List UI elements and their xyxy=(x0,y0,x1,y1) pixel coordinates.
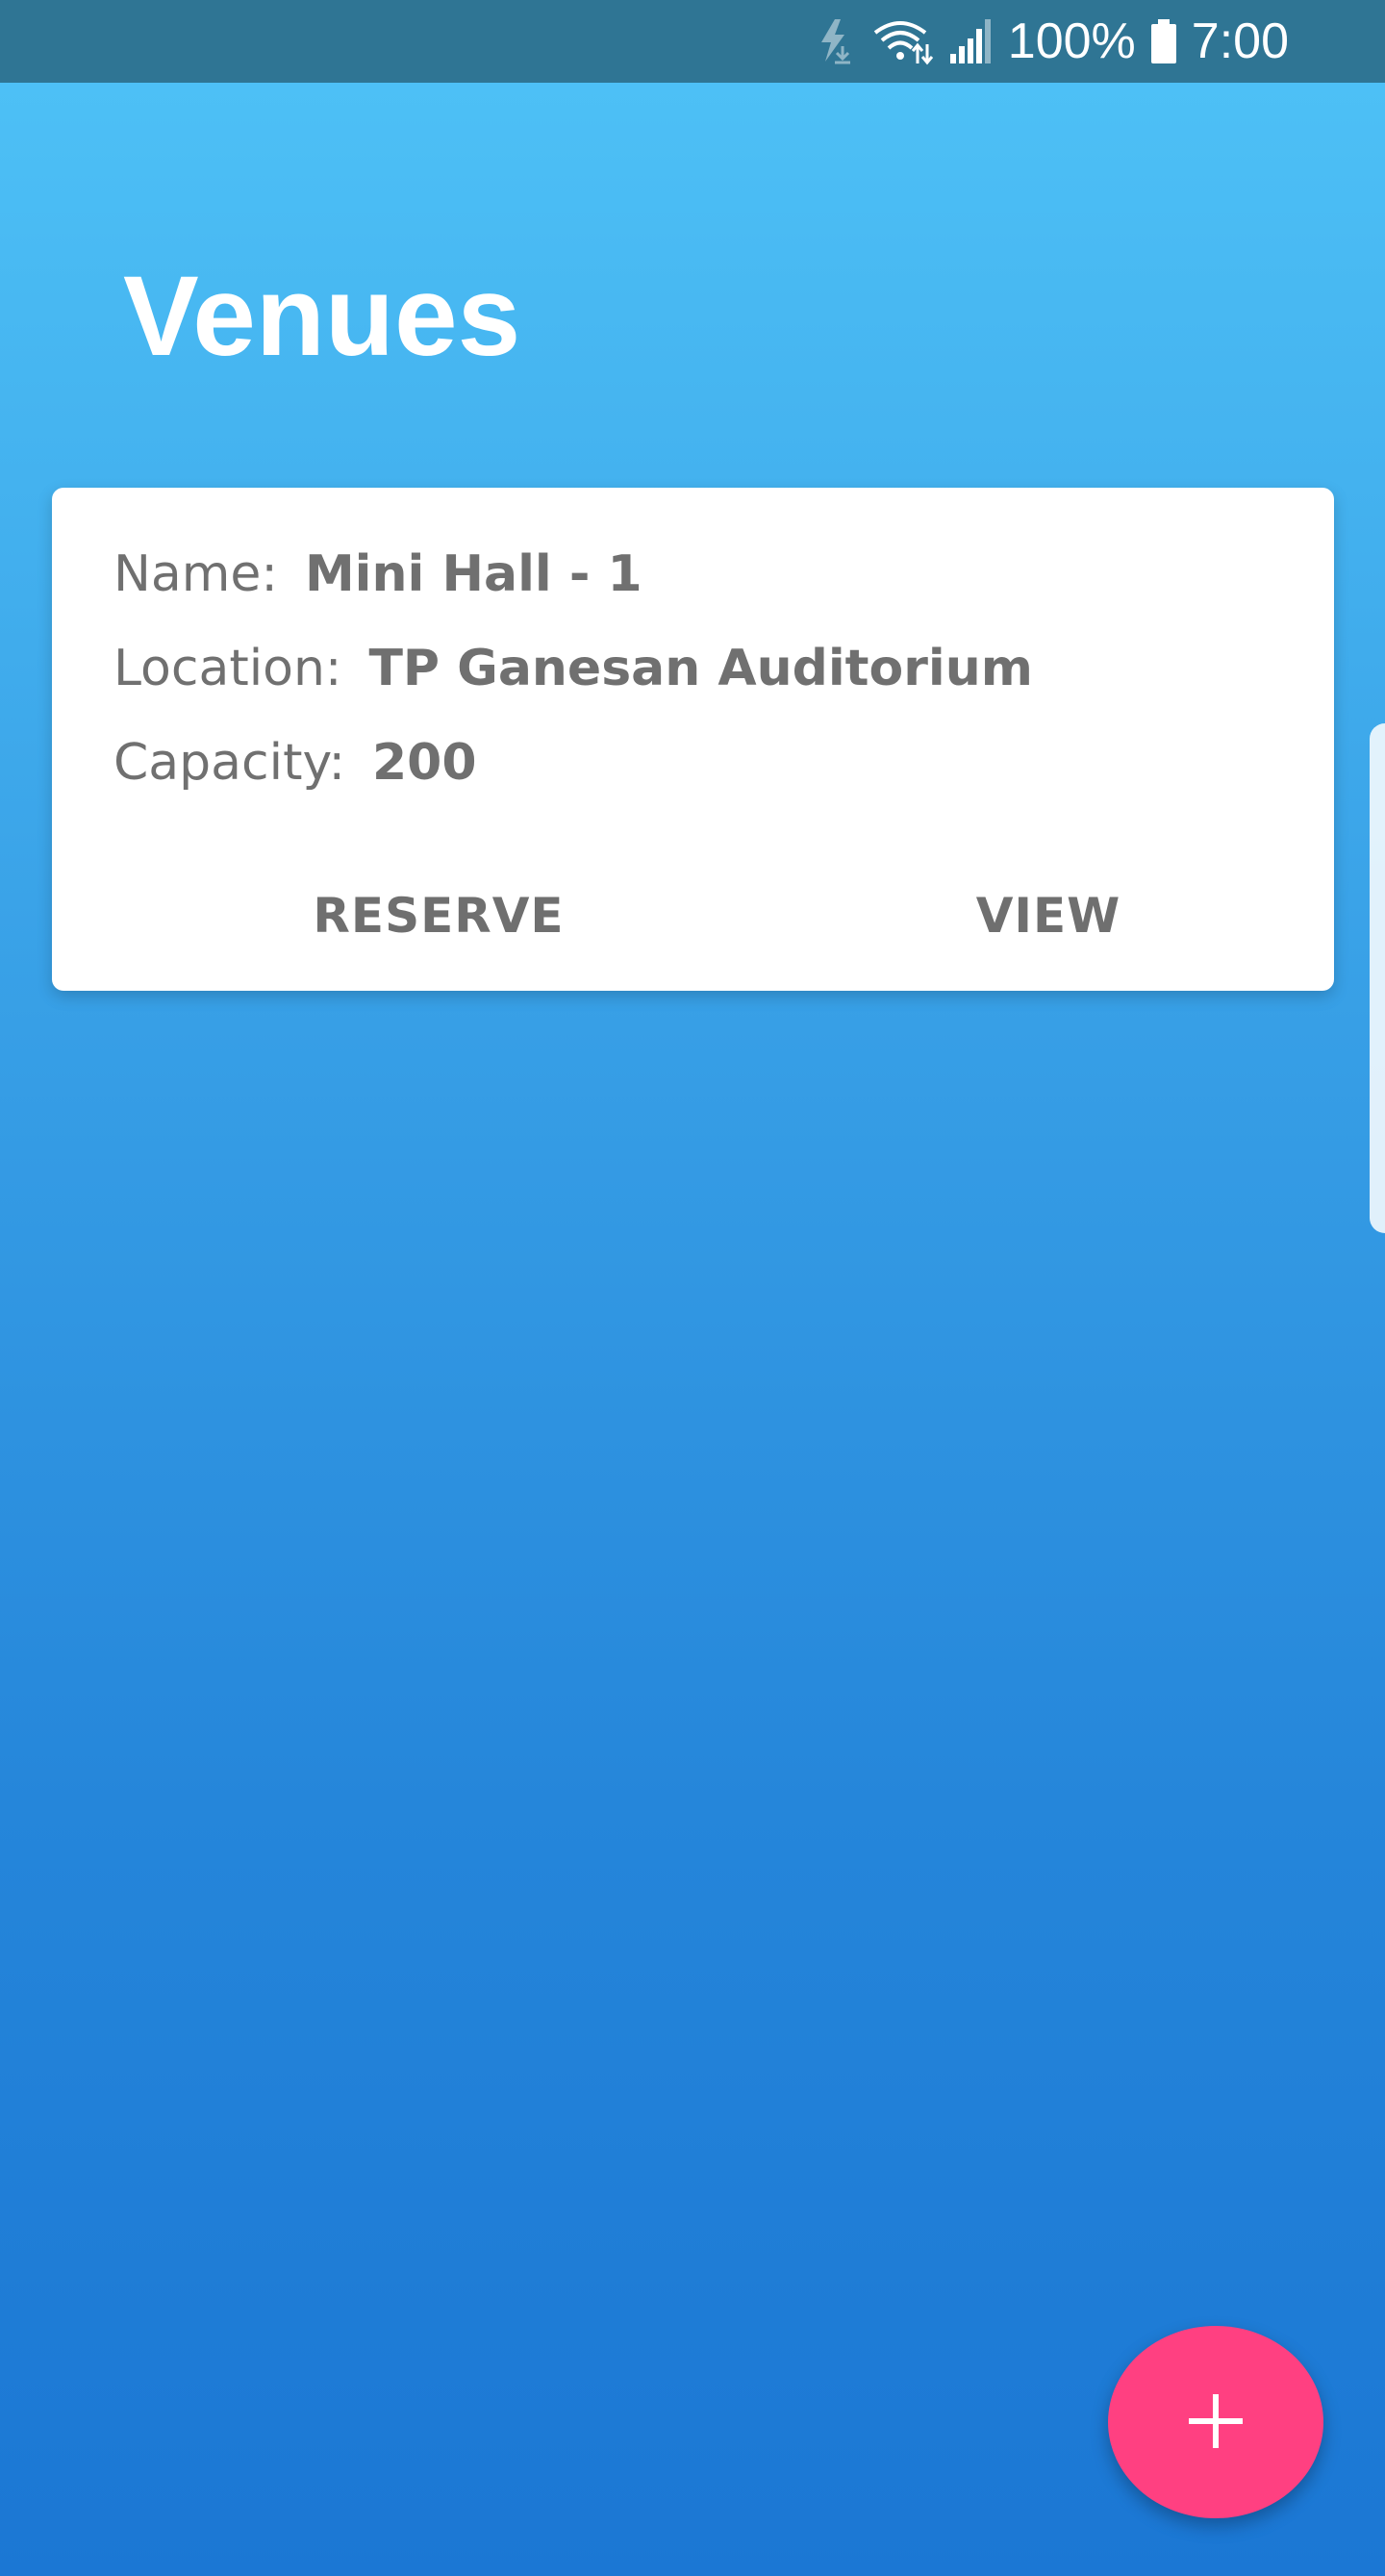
add-venue-button[interactable] xyxy=(1108,2326,1323,2518)
venue-capacity-value: 200 xyxy=(371,734,477,792)
venue-card: Name: Mini Hall - 1 Location: TP Ganesan A… xyxy=(52,488,1334,991)
page-title: Venues xyxy=(123,253,521,380)
plus-icon xyxy=(1187,2392,1245,2453)
wifi-icon xyxy=(871,17,935,65)
venue-location-label: Location: xyxy=(113,640,342,697)
view-button[interactable]: VIEW xyxy=(875,872,1221,959)
venue-capacity-row: Capacity: 200 xyxy=(113,734,477,792)
flash-download-icon xyxy=(814,17,858,65)
venue-capacity-label: Capacity: xyxy=(113,734,345,792)
card-actions: RESERVE VIEW xyxy=(52,872,1334,959)
battery-percent: 100% xyxy=(1007,13,1136,69)
venue-name-label: Name: xyxy=(113,545,278,603)
venue-name-value: Mini Hall - 1 xyxy=(304,545,642,603)
signal-icon xyxy=(948,17,995,65)
reserve-button[interactable]: RESERVE xyxy=(265,872,612,959)
clock: 7:00 xyxy=(1191,13,1289,69)
edge-panel-handle[interactable] xyxy=(1370,723,1385,1233)
status-icons: 100% 7:00 xyxy=(814,0,1289,83)
battery-icon xyxy=(1149,17,1178,65)
status-bar: 100% 7:00 xyxy=(0,0,1385,83)
venue-location-row: Location: TP Ganesan Auditorium xyxy=(113,640,1033,697)
venue-name-row: Name: Mini Hall - 1 xyxy=(113,545,642,603)
venue-location-value: TP Ganesan Auditorium xyxy=(368,640,1033,697)
